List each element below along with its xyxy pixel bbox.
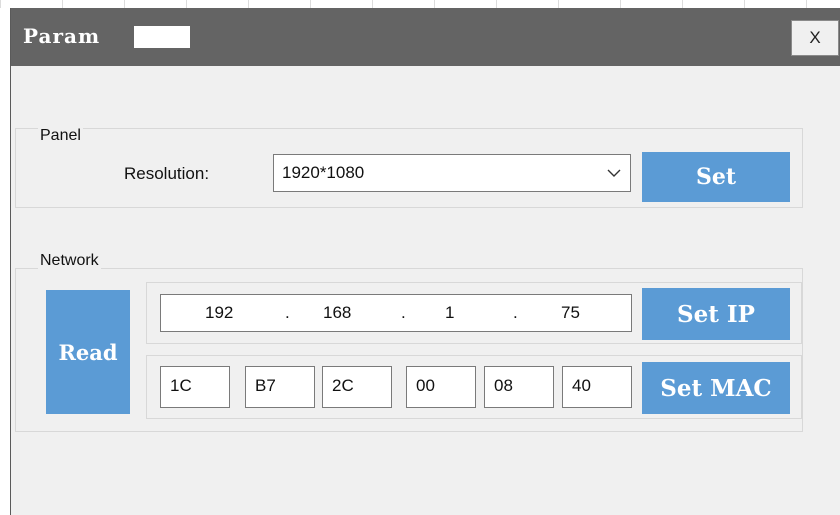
param-dialog: Param X <box>10 8 840 515</box>
read-button[interactable]: Read <box>46 290 130 414</box>
panel-group-label: Panel <box>38 127 83 145</box>
ip-octet-2[interactable]: 168 <box>323 303 351 323</box>
ip-separator: . <box>285 303 290 322</box>
set-ip-button[interactable]: Set IP <box>642 288 790 340</box>
mac-field-4[interactable]: 00 <box>406 366 476 408</box>
resolution-dropdown[interactable]: 1920*1080 <box>273 154 631 192</box>
ip-separator: . <box>401 303 406 322</box>
resolution-label: Resolution: <box>124 164 210 183</box>
ip-octet-4[interactable]: 75 <box>561 303 580 323</box>
mac-field-2[interactable]: B7 <box>245 366 315 408</box>
ip-octet-3[interactable]: 1 <box>445 303 454 323</box>
title-white-box <box>134 26 190 48</box>
chevron-down-icon <box>606 162 622 189</box>
set-mac-button[interactable]: Set MAC <box>642 362 790 414</box>
background-grid <box>0 0 840 8</box>
close-button[interactable]: X <box>791 20 839 56</box>
title-bar[interactable]: Param X <box>11 8 840 66</box>
mac-field-5[interactable]: 08 <box>484 366 554 408</box>
window-title: Param <box>23 24 101 48</box>
resolution-value: 1920*1080 <box>282 163 365 182</box>
ip-address-field[interactable]: 192 . 168 . 1 . 75 <box>160 294 632 332</box>
ip-separator: . <box>513 303 518 322</box>
set-resolution-button[interactable]: Set <box>642 152 790 202</box>
mac-field-6[interactable]: 40 <box>562 366 632 408</box>
network-group-label: Network <box>38 252 101 270</box>
mac-field-3[interactable]: 2C <box>322 366 392 408</box>
ip-octet-1[interactable]: 192 <box>205 303 233 323</box>
mac-field-1[interactable]: 1C <box>160 366 230 408</box>
